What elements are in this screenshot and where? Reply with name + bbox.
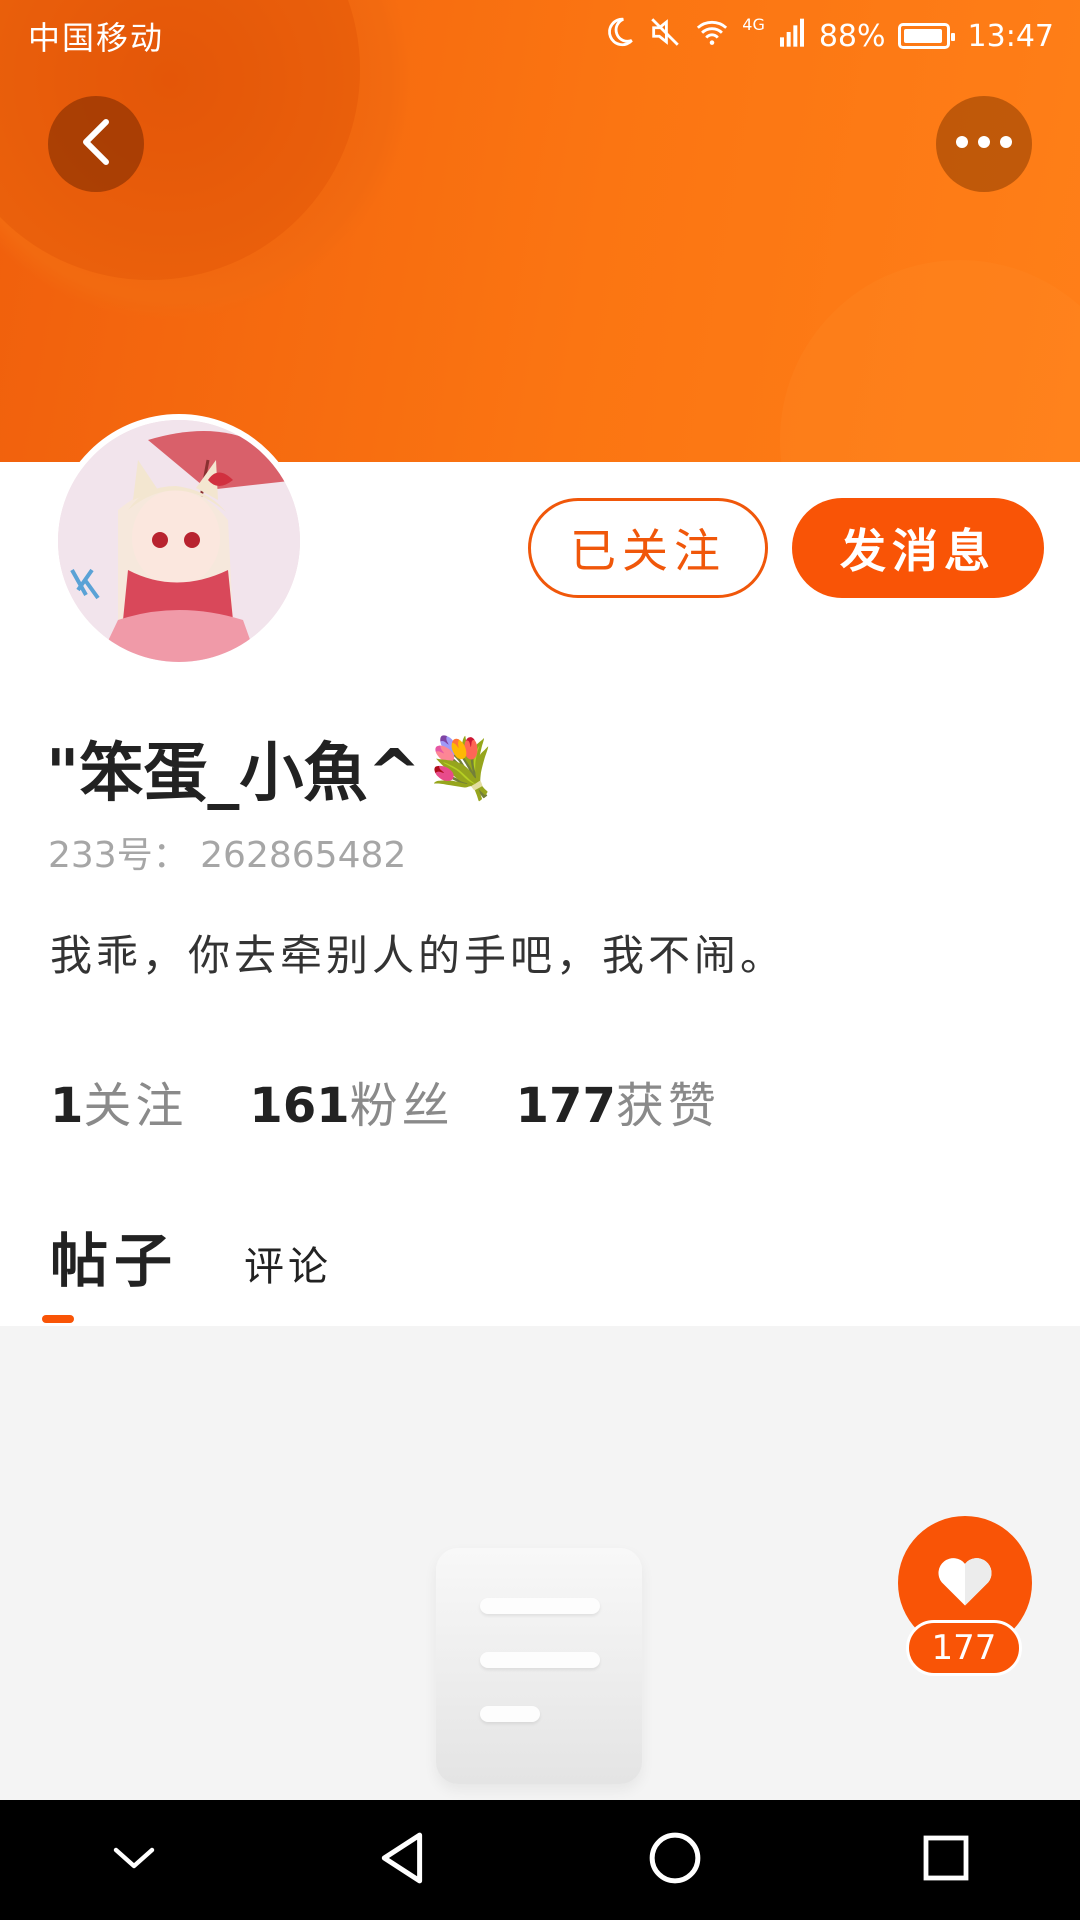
more-dots-icon (952, 134, 1016, 154)
stat-followers-label: 粉丝 (349, 1078, 454, 1134)
tab-posts[interactable]: 帖子 (50, 1214, 178, 1298)
stat-following-count: 1 (50, 1078, 84, 1134)
stat-followers[interactable]: 161 粉丝 (249, 1066, 453, 1136)
wifi-icon (694, 15, 730, 57)
avatar[interactable] (52, 414, 306, 668)
stat-likes[interactable]: 177 获赞 (516, 1066, 720, 1136)
mute-icon (648, 15, 682, 57)
like-count-badge: 177 (906, 1620, 1022, 1676)
carrier-label: 中国移动 (28, 19, 165, 57)
back-triangle-icon[interactable] (378, 1831, 428, 1889)
empty-document-icon (436, 1548, 642, 1784)
chevron-left-icon (76, 118, 116, 170)
chevron-down-icon[interactable] (110, 1843, 158, 1877)
followed-button[interactable]: 已关注 (528, 498, 768, 598)
network-type: 4G (742, 15, 765, 34)
stat-following[interactable]: 1 关注 (50, 1066, 187, 1136)
bouquet-emoji-icon: 💐 (424, 733, 498, 802)
username-text: "笨蛋_小魚^ (46, 737, 421, 811)
stat-followers-count: 161 (249, 1078, 350, 1134)
profile-stats: 1 关注 161 粉丝 177 获赞 (50, 1066, 720, 1136)
recent-square-icon[interactable] (922, 1834, 970, 1886)
send-message-button[interactable]: 发消息 (792, 498, 1044, 598)
user-id: 233号： 262865482 (48, 835, 407, 876)
username: "笨蛋_小魚^ 💐 (46, 722, 497, 814)
status-bar: 中国移动 4G 88% 13:47 (0, 0, 1080, 72)
stat-following-label: 关注 (83, 1078, 188, 1134)
tab-comments[interactable]: 评论 (244, 1234, 332, 1298)
heart-icon (935, 1554, 995, 1612)
stat-likes-label: 获赞 (615, 1078, 720, 1134)
system-nav-bar (0, 1800, 1080, 1920)
user-bio: 我乖，你去牵别人的手吧，我不闹。 (50, 931, 787, 980)
moon-icon (602, 15, 636, 57)
battery-icon (897, 23, 955, 49)
signal-icon (777, 16, 807, 56)
more-button[interactable] (936, 96, 1032, 192)
profile-tabs: 帖子 评论 (50, 1214, 332, 1298)
stat-likes-count: 177 (515, 1078, 616, 1134)
tab-indicator (42, 1315, 74, 1323)
clock: 13:47 (967, 18, 1054, 54)
back-button[interactable] (48, 96, 144, 192)
home-circle-icon[interactable] (648, 1831, 702, 1889)
battery-percent: 88% (818, 18, 886, 54)
